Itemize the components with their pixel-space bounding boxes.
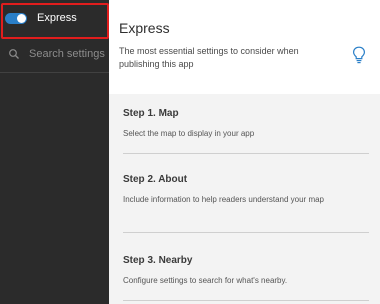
- lightbulb-icon[interactable]: [352, 46, 366, 64]
- sidebar-divider: [0, 72, 109, 73]
- sidebar-item-label: Express: [37, 12, 77, 24]
- panel-header: Express The most essential settings to c…: [109, 0, 380, 94]
- main-panel: Express The most essential settings to c…: [109, 0, 380, 304]
- step-divider: [123, 153, 369, 154]
- step-description: Include information to help readers unde…: [123, 195, 325, 204]
- step-nearby[interactable]: Step 3. Nearby Configure settings to sea…: [123, 255, 369, 287]
- page-description: The most essential settings to consider …: [119, 46, 299, 69]
- step-divider: [123, 232, 369, 233]
- step-map[interactable]: Step 1. Map Select the map to display in…: [123, 108, 369, 140]
- step-title: Step 1. Map: [123, 108, 179, 119]
- step-about[interactable]: Step 2. About Include information to hel…: [123, 174, 369, 206]
- search-settings-input[interactable]: Search settings: [0, 42, 109, 66]
- search-placeholder: Search settings: [29, 48, 105, 60]
- step-title: Step 2. About: [123, 174, 188, 185]
- step-title: Step 3. Nearby: [123, 255, 193, 266]
- toggle-switch-icon[interactable]: [5, 13, 27, 24]
- step-description: Configure settings to search for what's …: [123, 276, 288, 285]
- step-divider: [123, 300, 369, 301]
- toggle-knob: [17, 14, 26, 23]
- search-icon: [9, 49, 19, 59]
- page-title: Express: [119, 20, 170, 36]
- sidebar: Express Search settings: [0, 0, 109, 304]
- sidebar-item-express[interactable]: Express: [0, 0, 109, 40]
- step-description: Select the map to display in your app: [123, 129, 255, 138]
